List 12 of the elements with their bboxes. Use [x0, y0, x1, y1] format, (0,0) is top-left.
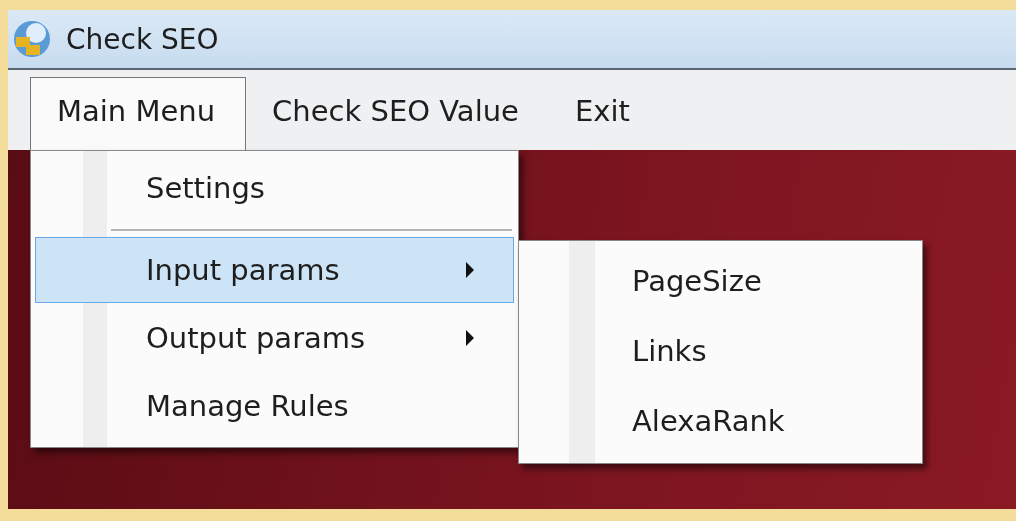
menu-entry[interactable]: Manage Rules	[35, 373, 514, 439]
menu-entry[interactable]: Output params	[35, 305, 514, 371]
menu-item[interactable]: Exit	[548, 78, 660, 150]
menu-item[interactable]: Main Menu	[30, 77, 247, 150]
app-icon	[12, 19, 52, 59]
menu-item[interactable]: Check SEO Value	[246, 78, 549, 150]
menu-entry[interactable]: Settings	[35, 155, 514, 221]
menu-entry[interactable]: Links	[523, 317, 918, 385]
menu-entry[interactable]: Input params	[35, 237, 514, 303]
window-title: Check SEO	[66, 22, 219, 56]
menu-entry[interactable]: PageSize	[523, 247, 918, 315]
menu-entry[interactable]: AlexaRank	[523, 387, 918, 455]
